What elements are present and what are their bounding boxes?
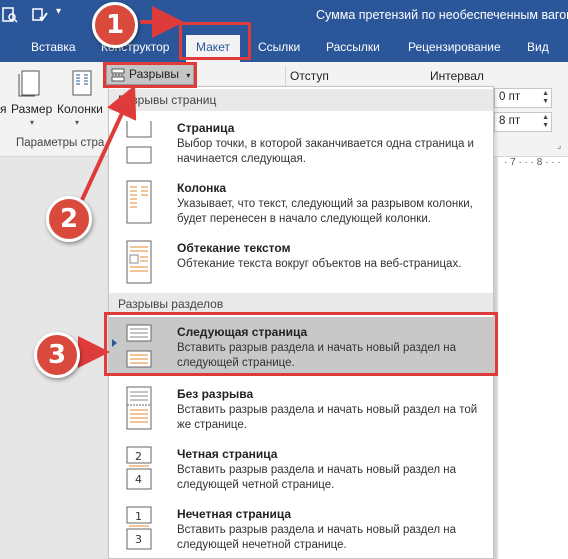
- step-badge-2: 2: [46, 196, 92, 242]
- annotation-arrows: [78, 6, 184, 368]
- step-badge-1: 1: [92, 2, 138, 48]
- arrow-step2: [80, 85, 137, 201]
- step-badge-3: 3: [34, 332, 80, 378]
